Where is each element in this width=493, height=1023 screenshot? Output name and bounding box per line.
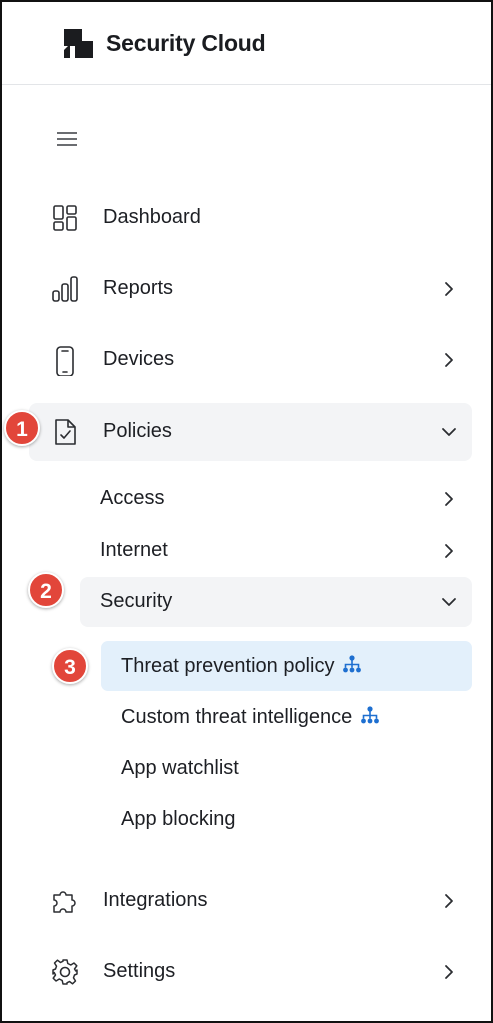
chevron-down-icon — [442, 598, 456, 606]
chevron-right-icon — [445, 965, 453, 979]
nav-label-policies: Policies — [103, 420, 172, 442]
chevron-right-icon — [445, 282, 453, 296]
nav-item-devices[interactable]: Devices — [29, 331, 472, 389]
chevron-down-icon — [442, 428, 456, 436]
nav-label-reports: Reports — [103, 277, 174, 299]
nav-leaf-app-watchlist[interactable]: App watchlist — [101, 744, 472, 794]
nav-item-integrations[interactable]: Integrations — [29, 872, 472, 930]
callout-badge-2: 2 — [28, 572, 64, 608]
dashboard-grid-icon — [53, 205, 77, 231]
nav-label-integrations: Integrations — [103, 889, 208, 911]
nav-label-app-watchlist: App watchlist — [121, 757, 239, 779]
nav-item-reports[interactable]: Reports — [29, 260, 472, 318]
callout-badge-1: 1 — [4, 410, 40, 446]
nav-subitem-internet[interactable]: Internet — [80, 526, 472, 576]
chevron-right-icon — [445, 894, 453, 908]
nav-leaf-threat-prevention-policy[interactable]: Threat prevention policy — [101, 641, 472, 691]
nav-item-policies[interactable]: Policies — [29, 403, 472, 461]
security-cloud-logo-icon — [64, 29, 93, 58]
nav-label-access: Access — [100, 487, 165, 509]
nav-label-app-blocking: App blocking — [121, 808, 236, 830]
nav-item-settings[interactable]: Settings — [29, 943, 472, 1001]
chevron-right-icon — [445, 544, 453, 558]
nav-label-security: Security — [100, 590, 173, 612]
puzzle-piece-icon — [53, 891, 76, 913]
hamburger-menu-icon[interactable] — [55, 127, 79, 151]
nav-subitem-security[interactable]: Security — [80, 577, 472, 627]
nav-label-settings: Settings — [103, 960, 176, 982]
nav-leaf-label-wrap: Threat prevention policy — [121, 654, 362, 678]
nav-label-dashboard: Dashboard — [103, 206, 201, 228]
app-title: Security Cloud — [106, 30, 266, 56]
nav-label-devices: Devices — [103, 348, 175, 370]
mobile-device-icon — [56, 346, 74, 376]
chevron-right-icon — [445, 492, 453, 506]
bar-chart-icon — [52, 276, 78, 302]
nav-leaf-app-blocking[interactable]: App blocking — [101, 795, 472, 845]
gear-icon — [52, 959, 78, 985]
nav-label-custom-threat-intelligence: Custom threat intelligence — [121, 706, 353, 728]
nav-leaf-custom-threat-intelligence[interactable]: Custom threat intelligence — [101, 692, 472, 742]
nav-item-dashboard[interactable]: Dashboard — [29, 189, 472, 247]
nav-label-threat-prevention-policy: Threat prevention policy — [121, 655, 335, 677]
app-header: Security Cloud — [2, 2, 491, 85]
org-hierarchy-icon — [343, 655, 362, 673]
nav-subitem-access[interactable]: Access — [80, 474, 472, 524]
org-hierarchy-icon — [361, 706, 380, 724]
document-check-icon — [55, 419, 76, 445]
callout-badge-3: 3 — [52, 648, 88, 684]
app-frame: Security Cloud Dashboard Reports Devices… — [0, 0, 493, 1023]
nav-leaf-label-wrap: Custom threat intelligence — [121, 705, 380, 729]
chevron-right-icon — [445, 353, 453, 367]
nav-label-internet: Internet — [100, 539, 168, 561]
